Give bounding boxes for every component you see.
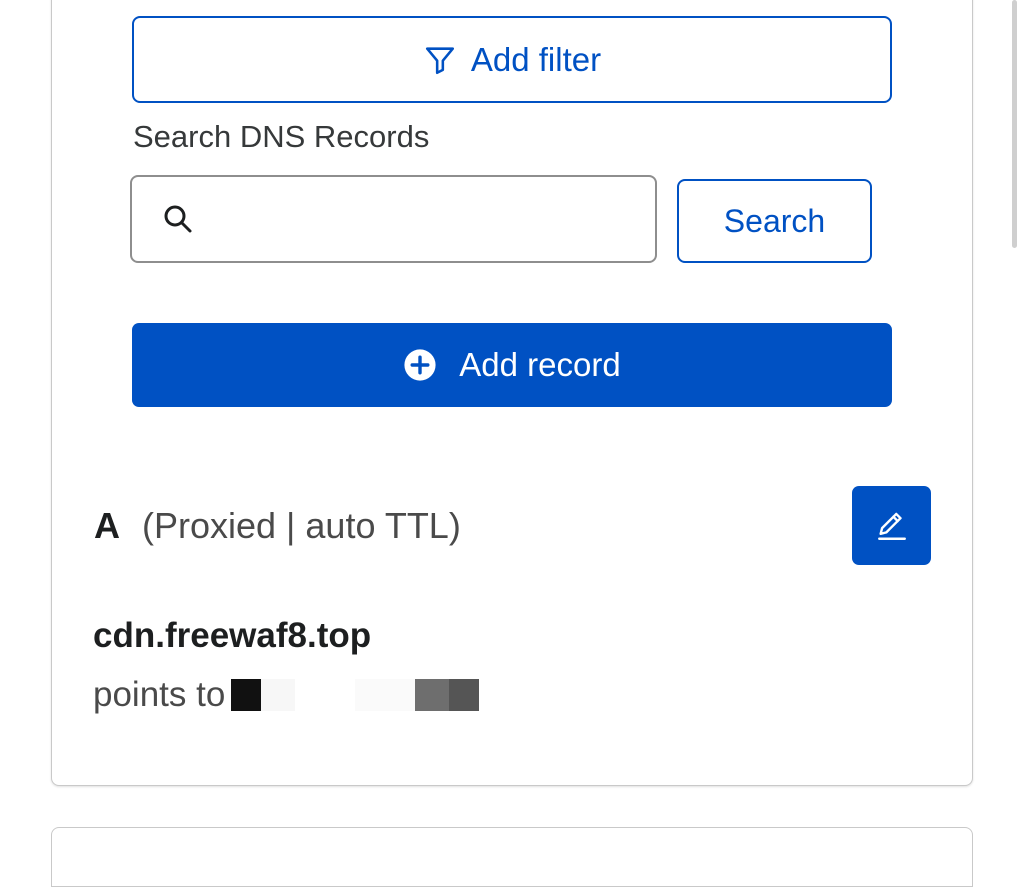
record-target: points to (93, 675, 480, 715)
scrollbar[interactable] (1012, 0, 1017, 248)
record-target-prefix: points to (93, 675, 226, 714)
search-icon (160, 201, 196, 237)
record-type: A (94, 505, 120, 546)
search-button[interactable]: Search (677, 179, 872, 263)
next-record-card (51, 827, 973, 887)
add-filter-button[interactable]: Add filter (132, 16, 892, 103)
search-input[interactable] (196, 177, 655, 261)
edit-record-button[interactable] (852, 486, 931, 565)
pencil-icon (875, 509, 909, 543)
add-filter-label: Add filter (470, 40, 602, 78)
add-record-button[interactable]: Add record (132, 323, 892, 407)
plus-circle-icon (403, 348, 437, 382)
redacted-ip (231, 677, 480, 713)
search-field[interactable] (130, 175, 657, 263)
filter-icon (423, 43, 457, 77)
record-meta: (Proxied | auto TTL) (142, 505, 461, 546)
add-record-label: Add record (459, 346, 621, 383)
record-name: cdn.freewaf8.top (93, 616, 372, 655)
search-label: Search DNS Records (133, 119, 430, 154)
record-type-row: A (Proxied | auto TTL) (94, 505, 461, 547)
